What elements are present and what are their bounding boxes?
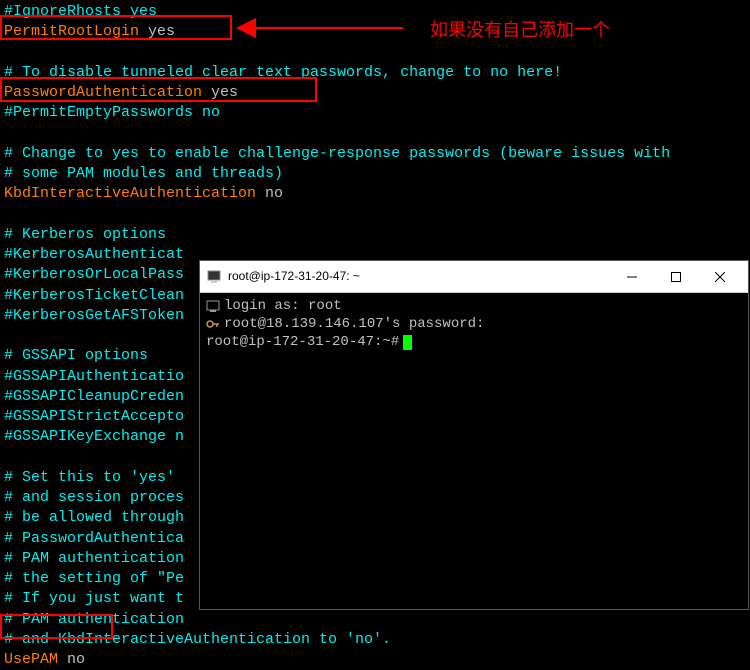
config-line: #IgnoreRhosts yes [4, 2, 746, 22]
putty-login-line: login as: root [206, 297, 742, 315]
config-line: # some PAM modules and threads) [4, 164, 746, 184]
terminal-icon [206, 299, 220, 313]
config-line: # and KbdInteractiveAuthentication to 'n… [4, 630, 746, 650]
config-line [4, 43, 746, 63]
config-line [4, 205, 746, 225]
putty-window[interactable]: root@ip-172-31-20-47: ~ login as: root r… [199, 260, 749, 610]
maximize-button[interactable] [654, 262, 698, 292]
config-line [4, 124, 746, 144]
window-controls [610, 262, 742, 292]
config-line: # Kerberos options [4, 225, 746, 245]
putty-icon [206, 269, 222, 285]
annotation-text: 如果没有自己添加一个 [430, 18, 610, 42]
shell-prompt-text: root@ip-172-31-20-47:~# [206, 333, 399, 351]
config-line: PasswordAuthentication yes [4, 83, 746, 103]
putty-titlebar[interactable]: root@ip-172-31-20-47: ~ [200, 261, 748, 293]
config-line: # Change to yes to enable challenge-resp… [4, 144, 746, 164]
close-button[interactable] [698, 262, 742, 292]
putty-shell-prompt: root@ip-172-31-20-47:~# [206, 333, 742, 351]
config-line: PermitRootLogin yes [4, 22, 746, 42]
config-line: # PAM authentication [4, 610, 746, 630]
login-prompt-text: login as: root [224, 297, 342, 315]
cursor [403, 335, 412, 350]
config-line: UsePAM no [4, 650, 746, 670]
putty-password-line: root@18.139.146.107's password: [206, 315, 742, 333]
password-prompt-text: root@18.139.146.107's password: [224, 315, 484, 333]
minimize-button[interactable] [610, 262, 654, 292]
putty-terminal-body[interactable]: login as: root root@18.139.146.107's pas… [200, 293, 748, 356]
config-line: # To disable tunneled clear text passwor… [4, 63, 746, 83]
config-line: #PermitEmptyPasswords no [4, 103, 746, 123]
config-line: KbdInteractiveAuthentication no [4, 184, 746, 204]
key-icon [206, 317, 220, 331]
putty-title: root@ip-172-31-20-47: ~ [228, 268, 610, 284]
